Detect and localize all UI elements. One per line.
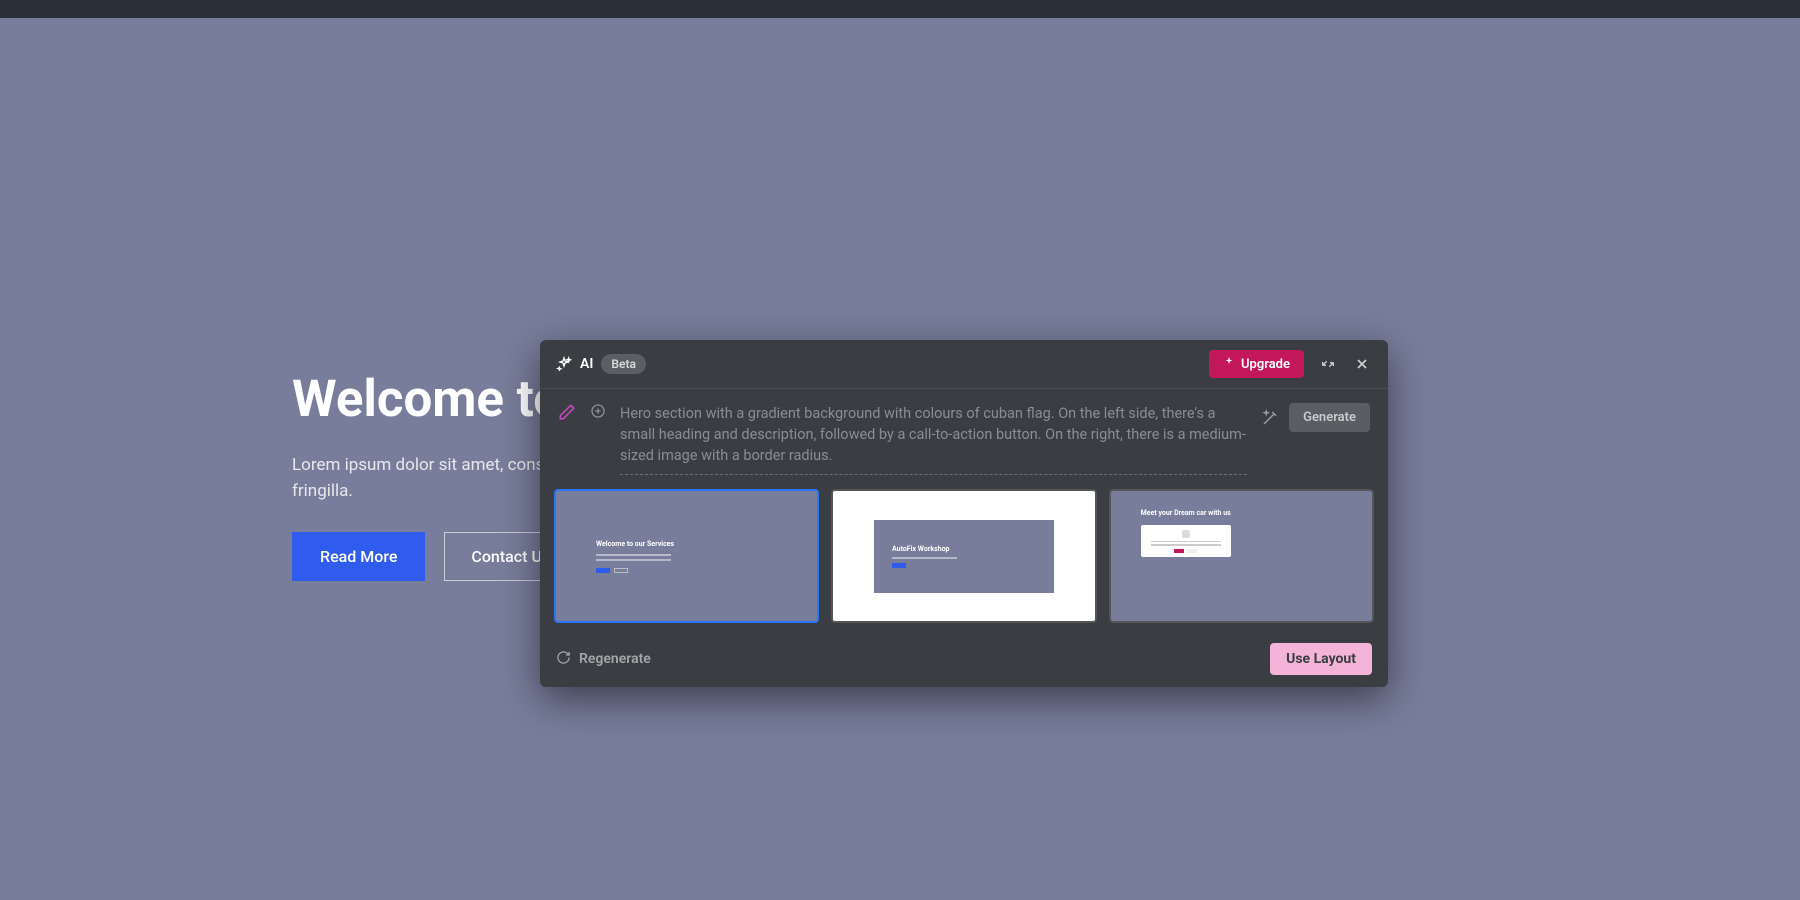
thumb-card — [1141, 525, 1231, 557]
edit-icon[interactable] — [558, 403, 576, 421]
thumb-secondary-btn — [614, 568, 628, 573]
thumb-preview: AutoFix Workshop — [833, 491, 1094, 621]
thumb-line — [596, 559, 671, 561]
thumb-line — [1151, 544, 1221, 546]
thumb-line — [892, 557, 957, 559]
app-top-bar — [0, 0, 1800, 18]
thumb-card-icon — [1182, 530, 1190, 538]
prompt-input[interactable]: Hero section with a gradient background … — [620, 403, 1247, 475]
modal-header-left: AI Beta — [556, 354, 646, 374]
thumb-primary-btn — [892, 563, 906, 568]
modal-header: AI Beta Upgrade — [540, 340, 1388, 389]
thumb-box: AutoFix Workshop — [874, 520, 1054, 593]
upgrade-button[interactable]: Upgrade — [1209, 350, 1304, 378]
thumb-line — [1151, 541, 1221, 543]
thumb-preview: Welcome to our Services — [556, 491, 817, 621]
ai-modal: AI Beta Upgrade Hero section with a g — [540, 340, 1388, 687]
prompt-area: Hero section with a gradient background … — [540, 389, 1388, 489]
prompt-actions: Generate — [1261, 403, 1370, 432]
generate-button[interactable]: Generate — [1289, 403, 1370, 432]
thumb-preview: Meet your Dream car with us — [1111, 491, 1372, 621]
thumb-title: AutoFix Workshop — [892, 545, 1054, 553]
thumb-primary-btn — [596, 568, 610, 573]
ai-label: AI — [580, 356, 593, 372]
thumb-line — [596, 554, 671, 556]
thumb-buttons — [1145, 549, 1227, 553]
thumb-primary-btn — [1174, 549, 1184, 553]
collapse-icon[interactable] — [1318, 354, 1338, 374]
beta-badge: Beta — [601, 354, 646, 374]
wand-icon[interactable] — [1261, 409, 1279, 427]
regenerate-button[interactable]: Regenerate — [556, 650, 651, 669]
modal-header-right: Upgrade — [1209, 350, 1372, 378]
add-icon[interactable] — [590, 403, 606, 419]
read-more-button[interactable]: Read More — [292, 532, 425, 581]
thumb-secondary-btn — [1187, 549, 1197, 553]
thumb-title: Meet your Dream car with us — [1141, 509, 1342, 517]
refresh-icon — [556, 650, 571, 669]
layout-thumbnail-1[interactable]: Welcome to our Services — [554, 489, 819, 623]
modal-footer: Regenerate Use Layout — [540, 631, 1388, 687]
use-layout-button[interactable]: Use Layout — [1270, 643, 1372, 675]
upgrade-label: Upgrade — [1241, 357, 1290, 372]
sparkle-icon — [556, 356, 572, 372]
layout-thumbnails: Welcome to our Services AutoFix Workshop — [540, 489, 1388, 631]
thumb-buttons — [596, 568, 817, 573]
layout-thumbnail-3[interactable]: Meet your Dream car with us — [1109, 489, 1374, 623]
sparkle-icon — [1223, 356, 1235, 372]
thumb-title: Welcome to our Services — [596, 540, 817, 548]
close-icon[interactable] — [1352, 354, 1372, 374]
layout-thumbnail-2[interactable]: AutoFix Workshop — [831, 489, 1096, 623]
regenerate-label: Regenerate — [579, 651, 651, 667]
